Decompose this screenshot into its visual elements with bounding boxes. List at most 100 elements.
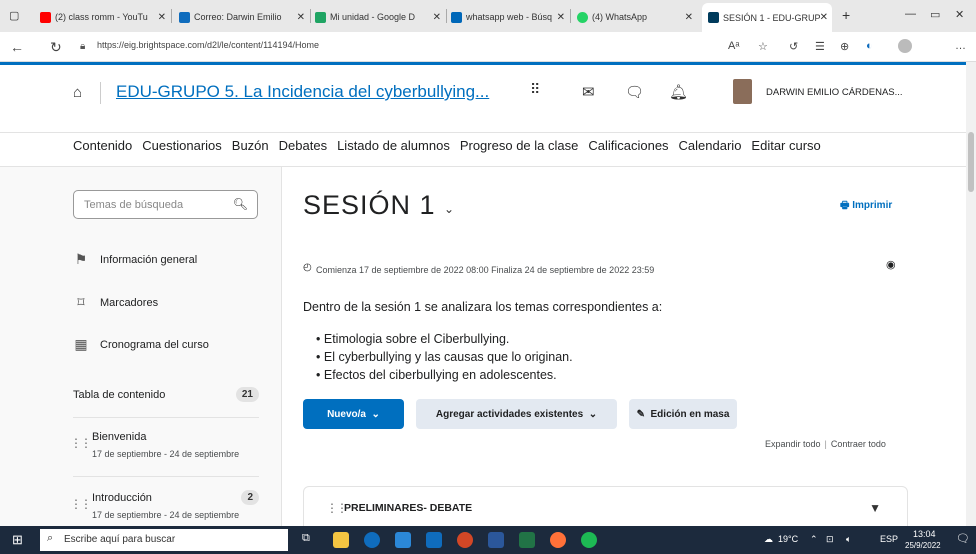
tray-up-icon[interactable]: ⌃ xyxy=(810,534,818,545)
sidebar-item-bookmarks[interactable]: ⌑ Marcadores xyxy=(73,294,158,311)
favorite-icon[interactable]: ☆ xyxy=(758,40,768,53)
nav-calendario[interactable]: Calendario xyxy=(679,138,742,153)
windows-start-icon[interactable]: ⊞ xyxy=(12,532,23,548)
spotify-icon[interactable] xyxy=(581,532,597,548)
nav-calificaciones[interactable]: Calificaciones xyxy=(588,138,668,153)
collapse-all-link[interactable]: Contraer todo xyxy=(831,439,886,449)
print-button[interactable]: 🖶︎ Imprimir xyxy=(840,198,892,215)
close-tab-icon[interactable]: ✕ xyxy=(433,12,441,23)
browser-tab[interactable]: (2) class romm - YouTu ✕ xyxy=(40,5,172,29)
nav-debates[interactable]: Debates xyxy=(279,138,327,153)
weather-temp[interactable]: 19°C xyxy=(778,534,798,544)
more-options-icon[interactable]: … xyxy=(955,40,966,52)
sidebar-item-schedule[interactable]: ▦ Cronograma del curso xyxy=(73,336,209,353)
taskbar-search-input[interactable]: ⌕ Escribe aquí para buscar xyxy=(40,529,288,551)
bulk-edit-button[interactable]: ✎ Edición en masa xyxy=(629,399,737,429)
close-tab-icon[interactable]: ✕ xyxy=(685,12,693,23)
favorites-list-icon[interactable]: ☰ xyxy=(815,40,825,53)
edge-icon[interactable]: ◐ xyxy=(866,40,873,52)
nav-contenido[interactable]: Contenido xyxy=(73,138,132,153)
user-name[interactable]: DARWIN EMILIO CÁRDENAS... xyxy=(766,87,903,98)
clock-time[interactable]: 13:04 xyxy=(913,529,936,539)
network-icon[interactable]: ⊡ xyxy=(826,534,834,545)
tab-label: SESIÓN 1 - EDU-GRUP xyxy=(723,12,821,23)
url-field[interactable]: https://eig.brightspace.com/d2l/le/conte… xyxy=(97,40,319,50)
lock-icon[interactable]: 🔒︎ xyxy=(80,41,85,52)
visibility-eye-icon[interactable]: ◉ xyxy=(886,258,896,271)
language-indicator[interactable]: ESP xyxy=(880,534,898,544)
content-sidebar: Temas de búsqueda 🔍︎ ⚑ Información gener… xyxy=(0,167,282,526)
nav-cuestionarios[interactable]: Cuestionarios xyxy=(142,138,222,153)
bulk-edit-label: Edición en masa xyxy=(650,408,730,420)
browser-tab[interactable]: whatsapp web - Búsq ✕ xyxy=(451,5,571,29)
excel-icon[interactable] xyxy=(519,532,535,548)
sidebar-item-overview[interactable]: ⚑ Información general xyxy=(73,251,198,268)
restore-icon[interactable]: ▭ xyxy=(930,8,940,21)
store-icon[interactable] xyxy=(395,532,411,548)
scrollbar-thumb[interactable] xyxy=(968,132,974,192)
close-tab-icon[interactable]: ✕ xyxy=(297,12,305,23)
word-icon[interactable] xyxy=(488,532,504,548)
notifications-icon[interactable]: 🗨︎ xyxy=(956,532,970,545)
nav-progreso-clase[interactable]: Progreso de la clase xyxy=(460,138,579,153)
close-tab-icon[interactable]: ✕ xyxy=(158,12,166,23)
home-icon[interactable]: ⌂ xyxy=(73,84,82,101)
caret-down-icon[interactable]: ▼ xyxy=(869,501,881,515)
avatar[interactable] xyxy=(733,79,752,104)
close-tab-icon[interactable]: ✕ xyxy=(820,12,828,23)
nav-listado-alumnos[interactable]: Listado de alumnos xyxy=(337,138,450,153)
firefox-icon[interactable] xyxy=(550,532,566,548)
refresh-extension-icon[interactable]: ↺ xyxy=(789,40,798,53)
sidebar-item-label: Cronograma del curso xyxy=(100,338,209,351)
search-input[interactable]: Temas de búsqueda 🔍︎ xyxy=(73,190,258,219)
toc-module-item[interactable]: ⋮⋮ Bienvenida 17 de septiembre - 24 de s… xyxy=(70,431,259,459)
list-item: Efectos del ciberbullying en adolescente… xyxy=(316,366,573,384)
drag-handle-icon[interactable]: ⋮⋮ xyxy=(70,497,92,511)
module-dates: 17 de septiembre - 24 de septiembre xyxy=(92,510,240,520)
table-of-contents[interactable]: Tabla de contenido 21 xyxy=(73,387,259,402)
volume-icon[interactable]: 🔈︎ xyxy=(846,534,851,545)
clock-date[interactable]: 25/9/2022 xyxy=(905,541,941,550)
collections-icon[interactable]: ⊕ xyxy=(840,40,849,53)
mail-taskbar-icon[interactable] xyxy=(426,532,442,548)
close-tab-icon[interactable]: ✕ xyxy=(557,12,565,23)
scrollbar[interactable] xyxy=(966,62,976,526)
weather-icon[interactable]: ☁ xyxy=(764,534,773,545)
mail-icon[interactable]: ✉ xyxy=(582,83,595,101)
powerpoint-icon[interactable] xyxy=(457,532,473,548)
file-explorer-icon[interactable] xyxy=(333,532,349,548)
whatsapp-icon xyxy=(577,11,588,23)
minimize-icon[interactable]: — xyxy=(905,8,916,20)
course-selector-icon[interactable]: ⠿ xyxy=(530,81,540,98)
new-button-label: Nuevo/a xyxy=(327,408,366,420)
browser-tab[interactable]: (4) WhatsApp ✕ xyxy=(577,5,697,29)
search-icon[interactable]: 🔍︎ xyxy=(233,197,248,211)
browser-tab[interactable]: Correo: Darwin Emilio ✕ xyxy=(179,5,311,29)
course-title-link[interactable]: EDU-GRUPO 5. La Incidencia del cyberbull… xyxy=(116,82,489,102)
drag-handle-icon[interactable]: ⋮⋮ xyxy=(326,501,348,515)
tab-actions-icon[interactable]: ▢ xyxy=(9,9,19,22)
reload-icon[interactable]: ↻ xyxy=(50,39,62,56)
notification-bell-icon[interactable]: 🔔︎ xyxy=(669,83,688,101)
task-view-icon[interactable]: ⧉ xyxy=(302,532,318,548)
drag-handle-icon[interactable]: ⋮⋮ xyxy=(70,436,92,450)
toc-module-item[interactable]: ⋮⋮ Introducción 17 de septiembre - 24 de… xyxy=(70,490,259,520)
nav-buzon[interactable]: Buzón xyxy=(232,138,269,153)
nav-editar-curso[interactable]: Editar curso xyxy=(751,138,820,153)
new-tab-icon[interactable]: + xyxy=(842,7,850,23)
chevron-down-icon: ⌄ xyxy=(371,408,380,420)
back-icon[interactable]: ← xyxy=(10,39,24,55)
new-button[interactable]: Nuevo/a ⌄ xyxy=(303,399,404,429)
module-card[interactable]: ⋮⋮ PRELIMINARES- DEBATE ▼ xyxy=(303,486,908,526)
expand-all-link[interactable]: Expandir todo xyxy=(765,439,821,449)
close-window-icon[interactable]: ✕ xyxy=(955,8,964,21)
list-item: Etimologia sobre el Ciberbullying. xyxy=(316,330,573,348)
read-aloud-icon[interactable]: Aᵃ xyxy=(728,40,739,52)
add-existing-activities-button[interactable]: Agregar actividades existentes ⌄ xyxy=(416,399,617,429)
chat-icon[interactable]: 🗨︎ xyxy=(625,83,644,101)
browser-tab[interactable]: Mi unidad - Google D ✕ xyxy=(315,5,447,29)
chevron-down-icon[interactable]: ⌄ xyxy=(444,202,454,216)
browser-tab-active[interactable]: SESIÓN 1 - EDU-GRUP ✕ xyxy=(702,3,832,32)
edge-taskbar-icon[interactable] xyxy=(364,532,380,548)
profile-avatar-icon[interactable] xyxy=(898,39,912,53)
